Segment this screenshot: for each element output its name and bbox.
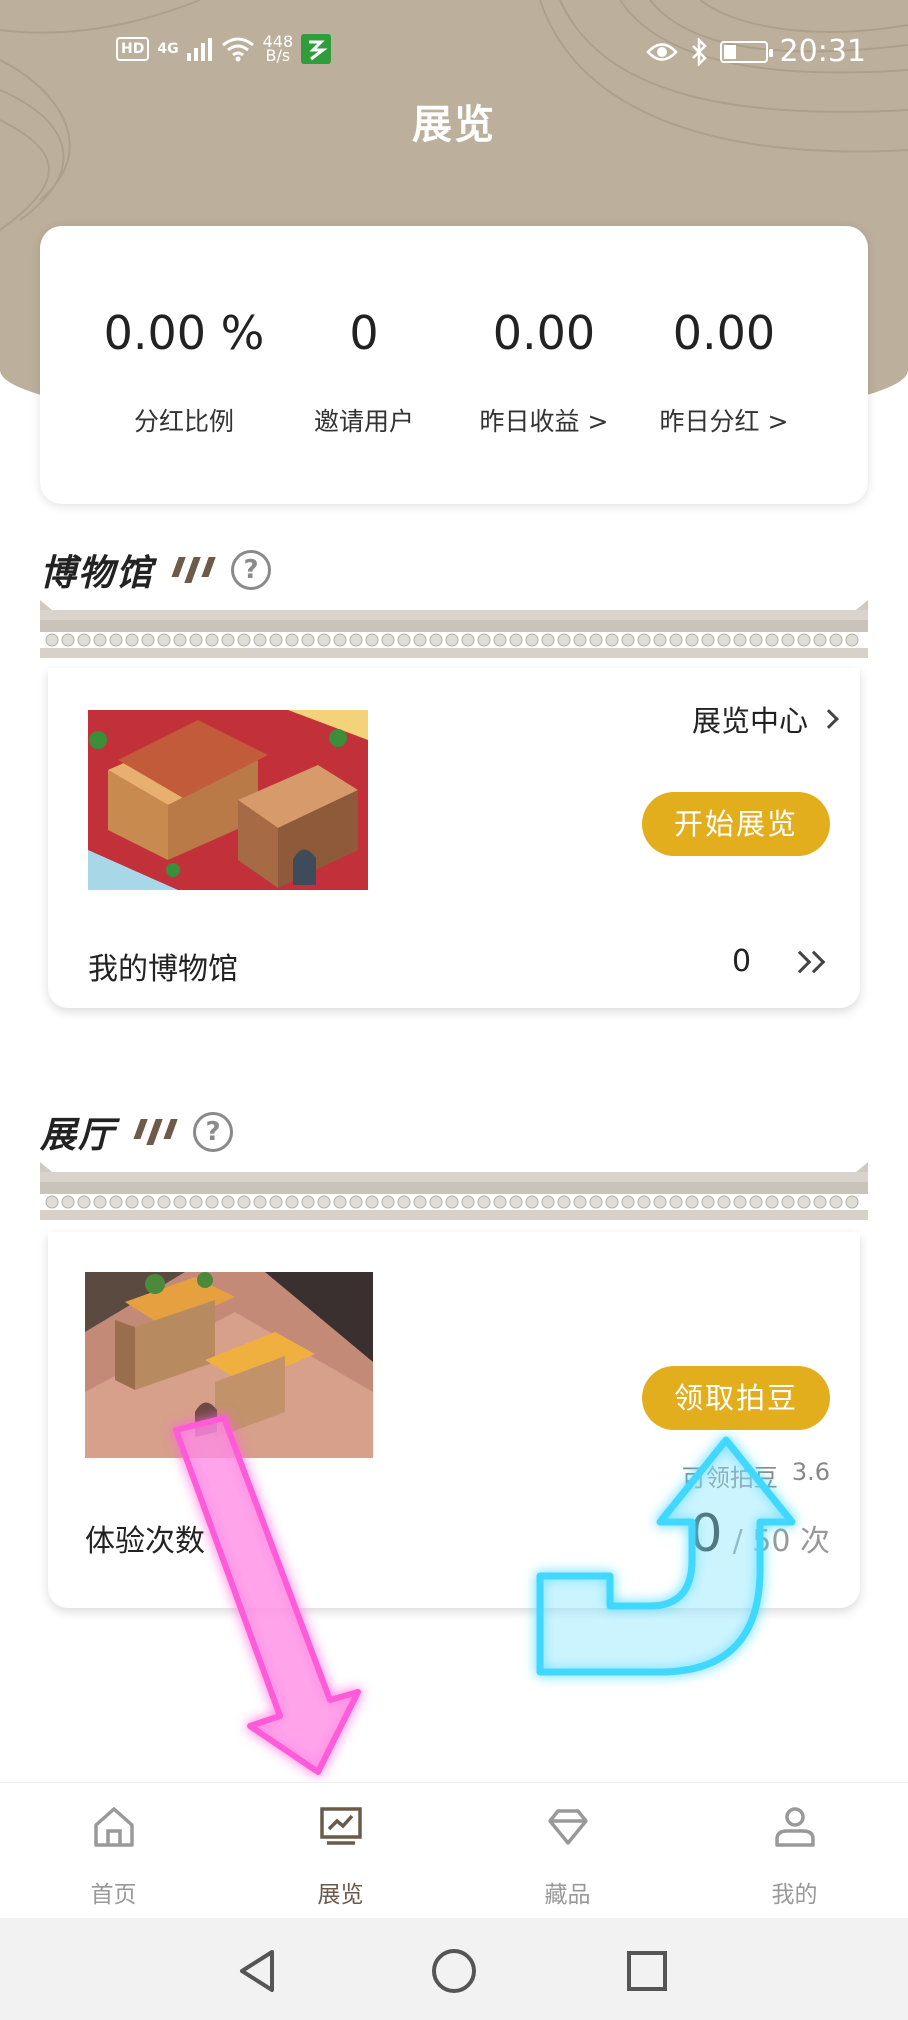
user-icon xyxy=(775,1807,815,1847)
claim-beans-button[interactable]: 领取拍豆 xyxy=(642,1366,830,1430)
clock: 20:31 xyxy=(779,34,866,69)
nav-label: 首页 xyxy=(90,1882,137,1908)
nav-label: 展览 xyxy=(317,1882,364,1908)
my-museum-count: 0 xyxy=(732,944,752,979)
hall-thumbnail xyxy=(85,1272,373,1458)
claimable-label: 可领拍豆 xyxy=(681,1464,778,1492)
back-icon[interactable] xyxy=(232,1946,282,1996)
nav-item-home[interactable]: 首页 xyxy=(0,1783,227,1919)
exhibition-center-label: 展览中心 xyxy=(691,704,808,738)
museum-thumbnail xyxy=(88,710,368,890)
wall-roof-decoration xyxy=(40,1162,868,1220)
bluetooth-icon xyxy=(691,37,707,66)
home-icon xyxy=(94,1807,134,1847)
hall-card: 领取拍豆 可领拍豆 3.6 体验次数 0 / 50 次 xyxy=(48,1232,860,1608)
claimable-value: 3.6 xyxy=(791,1458,830,1486)
page-title: 展览 xyxy=(412,102,496,148)
recent-apps-icon[interactable] xyxy=(622,1946,672,1996)
my-museum-label: 我的博物馆 xyxy=(88,952,238,987)
count-total: / 50 次 xyxy=(732,1524,830,1559)
stat-label: 分红比例 xyxy=(133,407,234,436)
stat-label[interactable]: 昨日收益 > xyxy=(454,402,634,438)
diamond-icon xyxy=(548,1809,588,1845)
hall-section-header: 展厅 ? xyxy=(40,1106,234,1158)
stat-value: 0.00 xyxy=(672,306,776,360)
nav-item-exhibition[interactable]: 展览 xyxy=(227,1783,454,1919)
exhibition-icon xyxy=(320,1807,362,1845)
bottom-navigation: 首页 展览 藏品 我的 xyxy=(0,1782,908,1918)
network-speed: 448 B/s xyxy=(263,34,294,65)
count-current: 0 xyxy=(689,1504,723,1564)
decorative-bars-icon xyxy=(169,557,216,583)
wifi-icon xyxy=(221,37,254,62)
stat-value: 0 xyxy=(349,306,379,360)
stat-value: 0.00 xyxy=(492,306,596,360)
wall-roof-decoration xyxy=(40,600,868,658)
exhibition-center-link[interactable]: 展览中心 xyxy=(691,698,839,740)
help-icon[interactable]: ? xyxy=(231,550,272,590)
battery-icon xyxy=(719,40,773,63)
stat-value: 0.00 % xyxy=(103,306,265,360)
eye-icon xyxy=(645,42,678,61)
museum-card: 展览中心 开始展览 我的博物馆 0 xyxy=(48,668,860,1008)
system-navigation-bar xyxy=(0,1918,908,2020)
double-chevron-right-icon[interactable] xyxy=(788,950,826,974)
claimable-beans: 可领拍豆 3.6 xyxy=(682,1458,830,1493)
speed-unit: B/s xyxy=(265,46,291,65)
experience-count: 0 / 50 次 xyxy=(690,1504,830,1564)
stat-label: 邀请用户 xyxy=(313,407,414,436)
app-notification-icon xyxy=(301,34,332,64)
decorative-bars-icon xyxy=(131,1119,178,1145)
section-title: 博物馆 xyxy=(40,553,155,594)
network-type: 4G xyxy=(157,41,179,57)
start-exhibition-button[interactable]: 开始展览 xyxy=(642,792,830,856)
nav-item-collection[interactable]: 藏品 xyxy=(454,1783,681,1919)
signal-icon xyxy=(186,38,212,61)
help-icon[interactable]: ? xyxy=(193,1112,234,1152)
nav-label: 我的 xyxy=(771,1882,818,1908)
museum-section-header: 博物馆 ? xyxy=(40,544,272,596)
stats-card: 0.00 % 分红比例 0 邀请用户 0.00 昨日收益 > 0.00 昨日分红… xyxy=(40,226,868,504)
stat-label[interactable]: 昨日分红 > xyxy=(634,402,814,438)
section-title: 展厅 xyxy=(40,1115,117,1156)
home-circle-icon[interactable] xyxy=(429,1946,479,1996)
chevron-right-icon xyxy=(819,709,839,729)
hd-indicator: HD xyxy=(116,37,150,61)
nav-item-profile[interactable]: 我的 xyxy=(681,1783,908,1919)
nav-label: 藏品 xyxy=(544,1882,591,1908)
experience-count-label: 体验次数 xyxy=(85,1524,205,1559)
